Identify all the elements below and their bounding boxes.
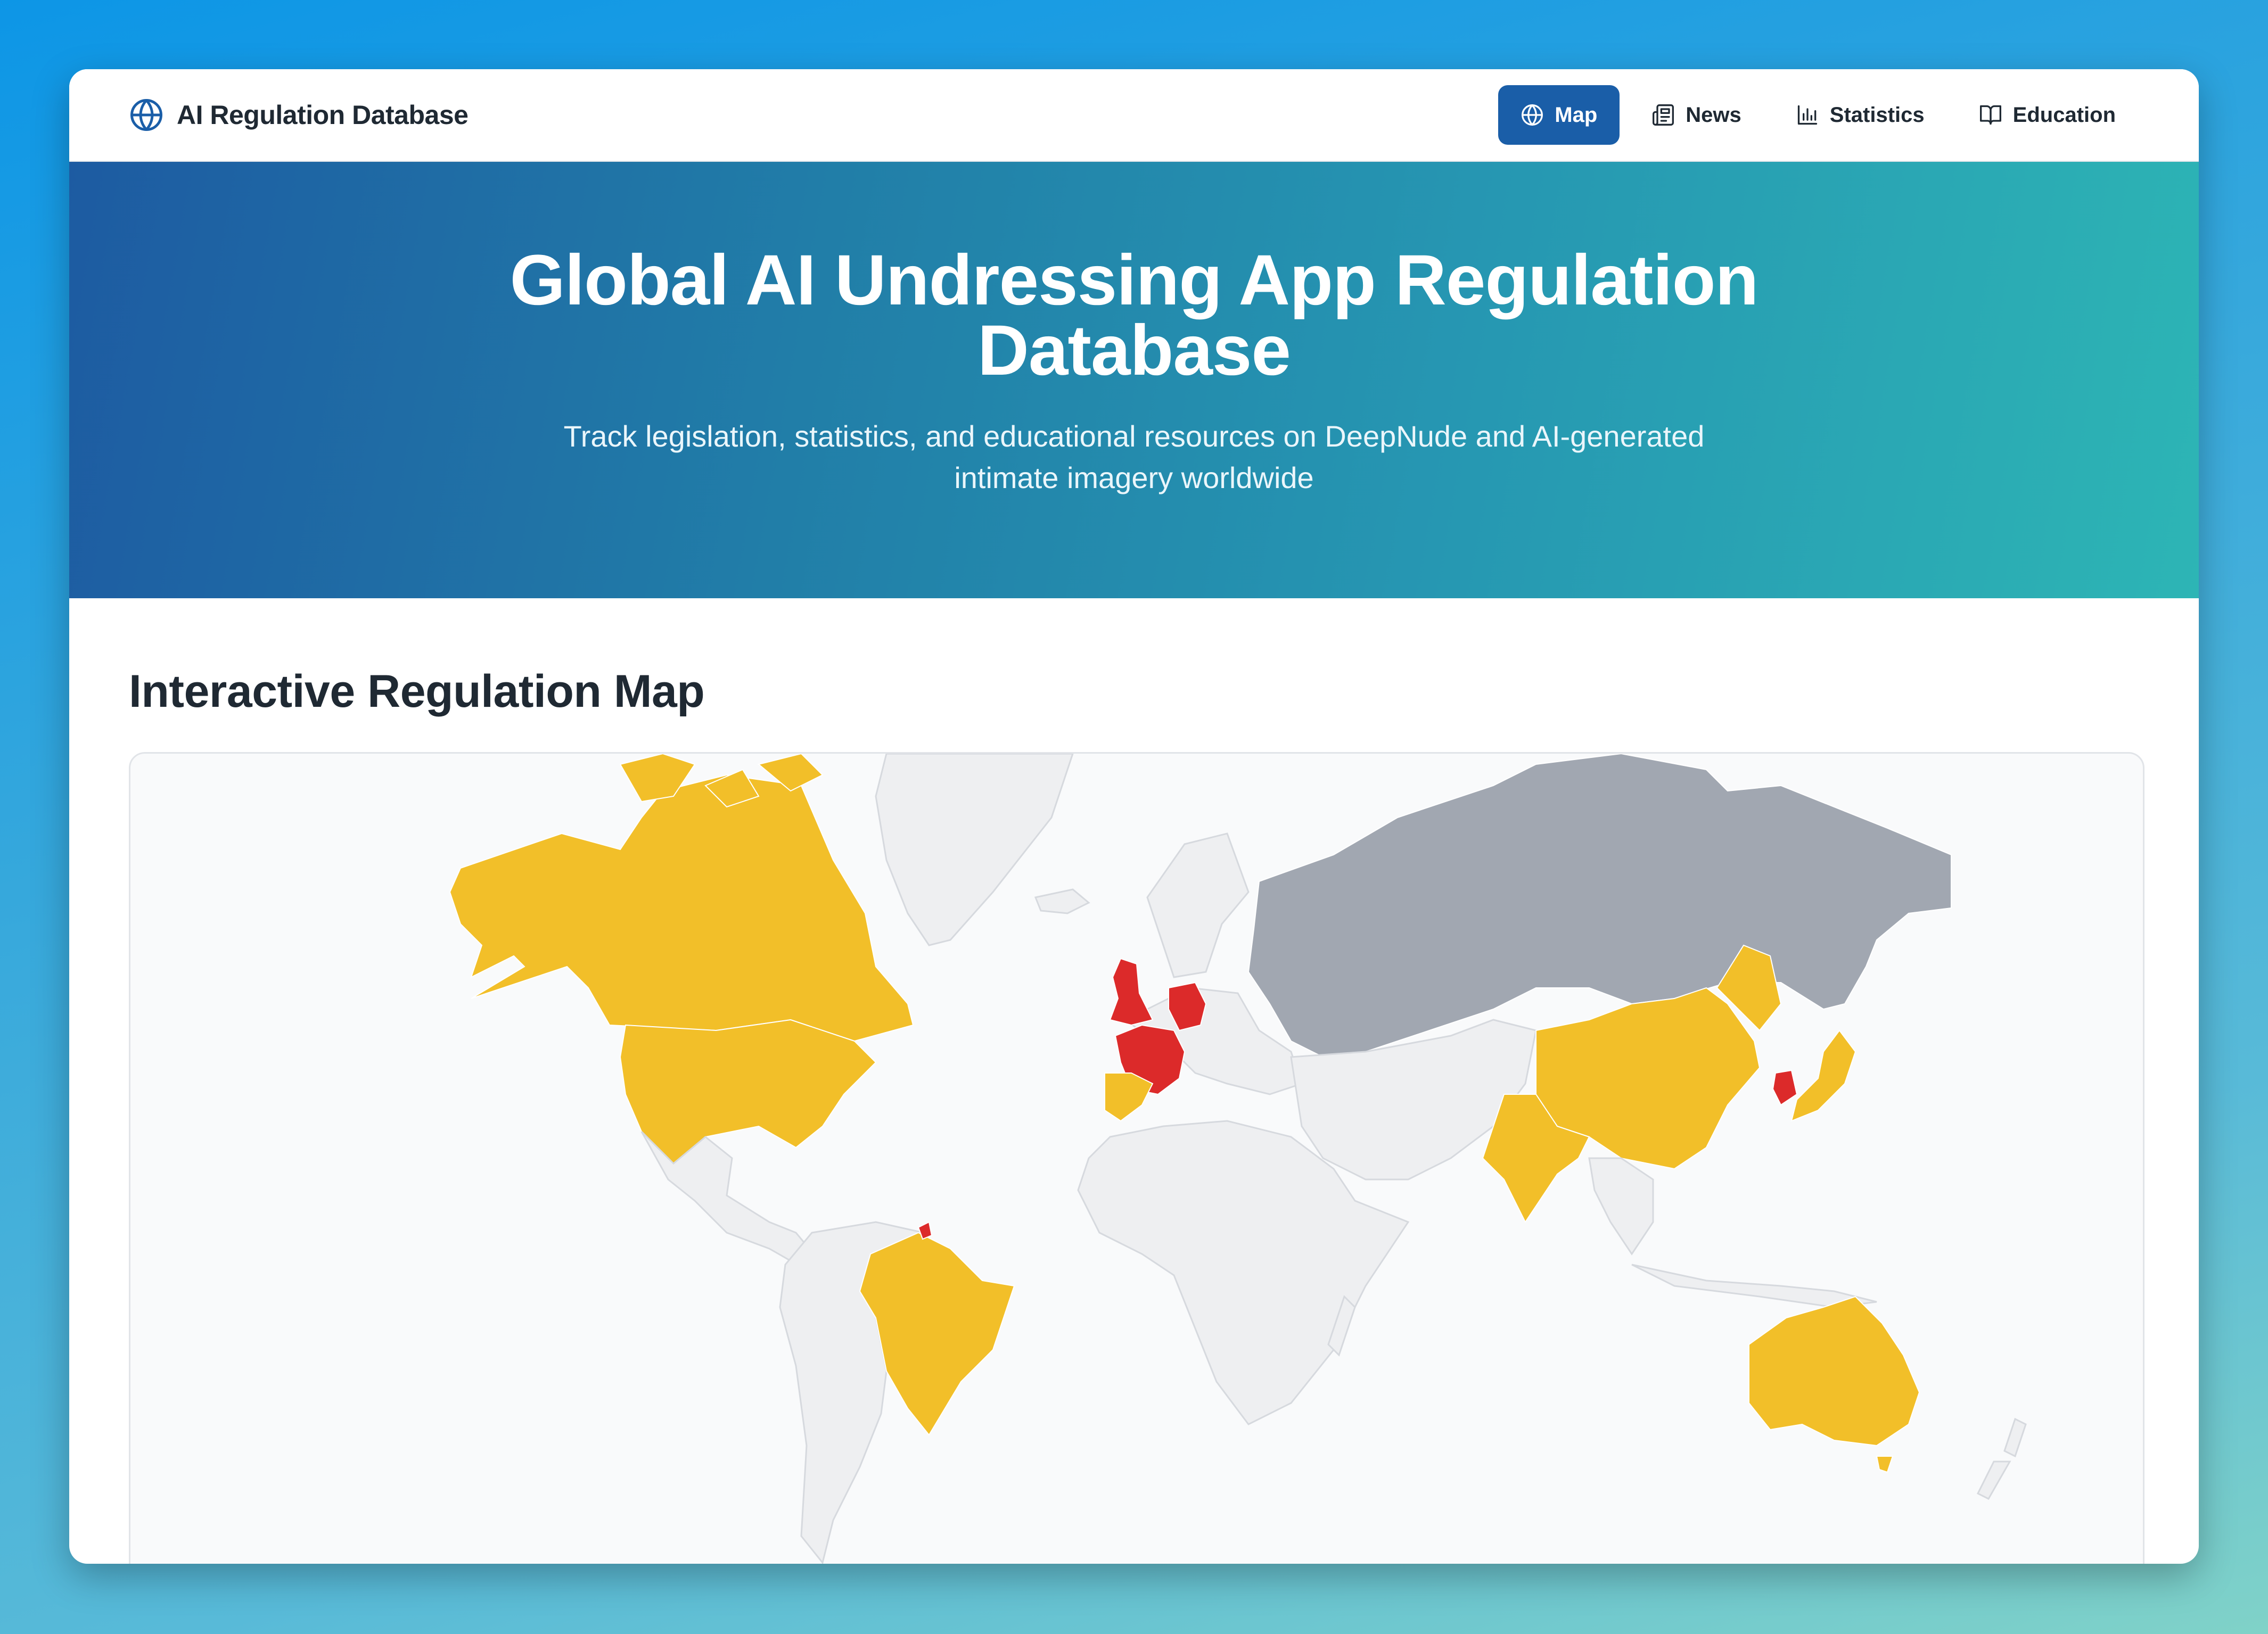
country-iceland[interactable] <box>1034 888 1090 914</box>
hero-subtitle: Track legislation, statistics, and educa… <box>563 419 1705 494</box>
hero-banner: Global AI Undressing App Regulation Data… <box>69 162 2199 598</box>
country-united-kingdom[interactable] <box>1109 958 1154 1026</box>
regulation-map[interactable] <box>129 752 2144 1564</box>
country-south-korea[interactable] <box>1772 1069 1798 1106</box>
nav-item-label: Map <box>1555 103 1598 127</box>
main-nav: Map News Statistics Education <box>1498 85 2138 145</box>
nav-item-label: Statistics <box>1829 103 1925 127</box>
map-section-title: Interactive Regulation Map <box>129 666 705 717</box>
country-japan[interactable] <box>1790 1029 1856 1122</box>
newspaper-icon <box>1653 104 1674 126</box>
nav-item-label: News <box>1686 103 1741 127</box>
app-window: AI Regulation Database Map News Statisti… <box>69 69 2199 1564</box>
book-open-icon <box>1979 105 2001 125</box>
country-greenland[interactable] <box>875 754 1074 946</box>
nav-item-label: Education <box>2012 103 2116 127</box>
country-spain[interactable] <box>1104 1072 1154 1122</box>
bar-chart-icon <box>1797 105 1817 125</box>
navbar: AI Regulation Database Map News Statisti… <box>69 69 2199 162</box>
country-new-zealand[interactable] <box>1976 1417 2027 1500</box>
hero-title: Global AI Undressing App Regulation Data… <box>510 241 1759 390</box>
globe-icon <box>1522 104 1543 126</box>
globe-icon <box>130 99 162 131</box>
world-map[interactable] <box>130 754 2144 1564</box>
nav-item-education[interactable]: Education <box>1957 85 2138 145</box>
brand-title: AI Regulation Database <box>177 100 469 130</box>
nav-item-news[interactable]: News <box>1629 85 1764 145</box>
country-australia-tasmania[interactable] <box>1876 1456 1894 1473</box>
country-australia[interactable] <box>1748 1295 1920 1447</box>
main-content: Interactive Regulation Map <box>69 598 2199 1564</box>
country-usa[interactable] <box>619 1019 877 1165</box>
country-russia[interactable] <box>1247 754 1952 1058</box>
region-southeast-asia[interactable] <box>1588 1157 1877 1308</box>
brand[interactable]: AI Regulation Database <box>129 97 469 133</box>
nav-item-statistics[interactable]: Statistics <box>1773 85 1947 145</box>
nav-item-map[interactable]: Map <box>1498 85 1620 145</box>
country-canada-alaska[interactable] <box>449 774 914 1042</box>
